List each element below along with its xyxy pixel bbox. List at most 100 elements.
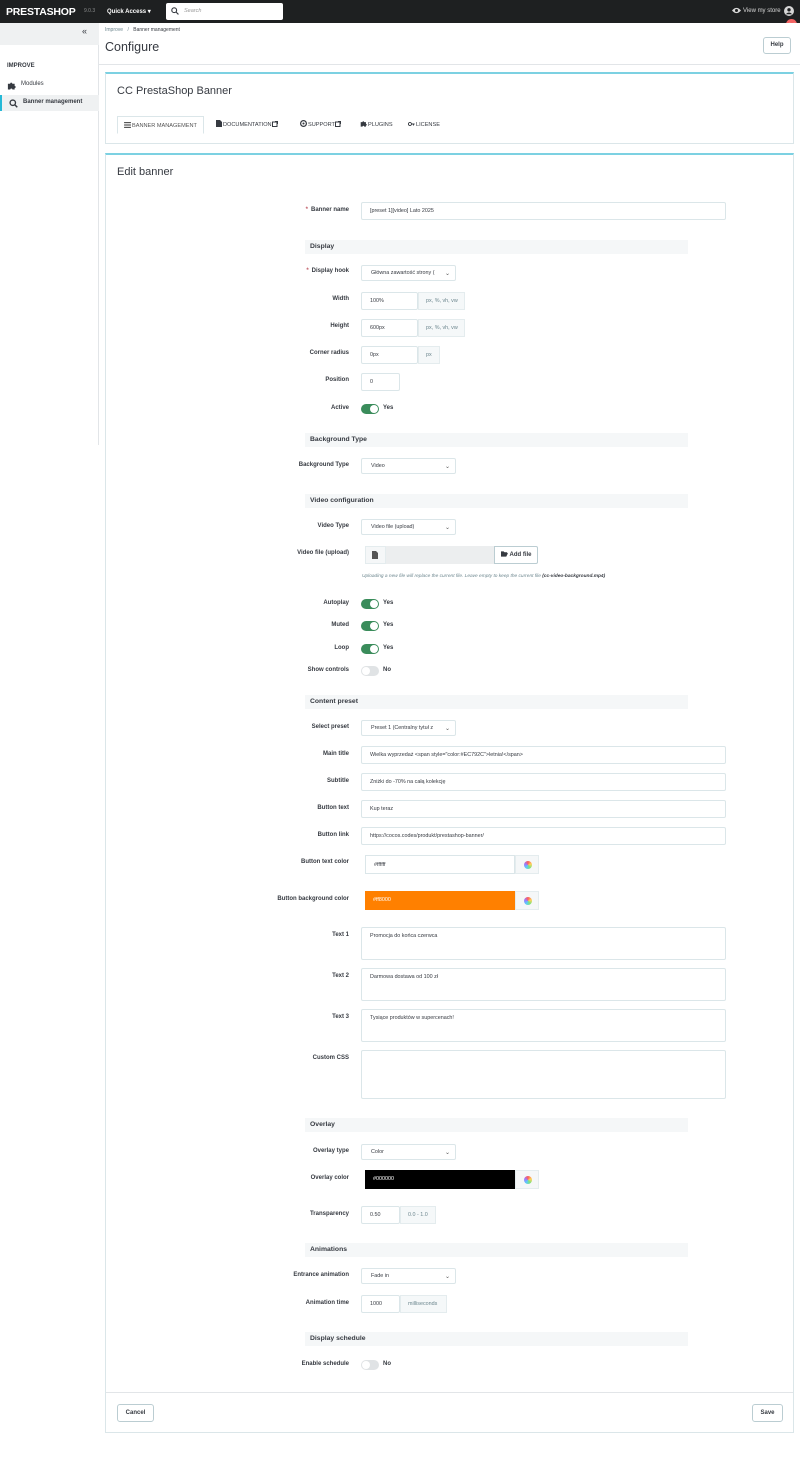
chevron-down-icon: ⌄	[444, 525, 450, 531]
tab-documentation[interactable]: DOCUMENTATION	[216, 116, 279, 134]
footer-divider	[106, 1392, 793, 1393]
button-text-input[interactable]: Kup teraz	[361, 800, 726, 818]
label-text: Display hook	[311, 268, 349, 274]
display-hook-select[interactable]: Główna zawartość strony (⌄	[361, 265, 456, 281]
select-value: Fade in	[371, 1273, 389, 1279]
video-file-label: Video file (upload)	[297, 550, 349, 556]
overlay-color-label: Overlay color	[310, 1175, 349, 1181]
button-text-color-input[interactable]: #ffffff	[365, 855, 515, 874]
muted-toggle[interactable]	[361, 621, 379, 631]
button-text-label: Button text	[317, 805, 349, 811]
banner-name-input[interactable]: [preset 1][video] Lato 2025	[361, 202, 726, 220]
tab-banner-management[interactable]: BANNER MANAGEMENT	[117, 116, 204, 134]
tab-license[interactable]: LICENSE	[407, 116, 440, 134]
height-label: Height	[330, 323, 349, 329]
corner-radius-label: Corner radius	[309, 350, 349, 356]
edit-banner-card: Edit banner	[105, 153, 794, 1433]
folder-open-icon	[500, 551, 508, 557]
tab-plugins[interactable]: PLUGINS	[360, 116, 393, 134]
button-link-label: Button link	[317, 832, 349, 838]
sidebar-collapse-button[interactable]: «	[0, 23, 99, 45]
user-account-icon[interactable]	[784, 6, 794, 16]
button-bg-color-input[interactable]: #ff8000	[365, 891, 515, 910]
custom-css-label: Custom CSS	[312, 1055, 349, 1061]
upload-help-text: Uploading a new file will replace the cu…	[362, 574, 605, 579]
height-input[interactable]: 600px	[361, 319, 418, 337]
transparency-label: Transparency	[309, 1211, 349, 1217]
sidebar-item-banner-management[interactable]: Banner management	[0, 95, 99, 111]
section-display: Display	[305, 240, 688, 254]
tab-label: SUPPORT	[308, 122, 335, 128]
chevron-down-icon: ⌄	[444, 1150, 450, 1156]
sidebar-item-modules[interactable]: Modules	[0, 77, 99, 93]
toggle-knob	[370, 405, 378, 413]
section-animations: Animations	[305, 1243, 688, 1257]
overlay-color-input[interactable]: #000000	[365, 1170, 515, 1189]
width-label: Width	[332, 296, 349, 302]
height-unit: px, %, vh, vw	[418, 319, 465, 337]
file-icon	[216, 120, 222, 127]
prestashop-logo[interactable]: PRESTASHOP	[6, 6, 76, 18]
cancel-button[interactable]: Cancel	[117, 1404, 154, 1422]
text2-textarea[interactable]: Darmowa dostawa od 100 zł	[361, 968, 726, 1001]
color-picker-button[interactable]	[515, 891, 539, 910]
text1-textarea[interactable]: Promocja do końca czerwca	[361, 927, 726, 960]
overlay-type-select[interactable]: Color ⌄	[361, 1144, 456, 1160]
animation-time-unit: milliseconds	[400, 1295, 447, 1313]
autoplay-toggle[interactable]	[361, 599, 379, 609]
required-icon: *	[306, 268, 309, 274]
entrance-animation-label: Entrance animation	[293, 1272, 349, 1278]
custom-css-textarea[interactable]	[361, 1050, 726, 1099]
background-type-select[interactable]: Video ⌄	[361, 458, 456, 474]
active-toggle[interactable]	[361, 404, 379, 414]
video-type-select[interactable]: Video file (upload) ⌄	[361, 519, 456, 535]
button-link-input[interactable]: https://cocos.codes/produkt/prestashop-b…	[361, 827, 726, 845]
color-picker-button[interactable]	[515, 855, 539, 874]
loop-toggle[interactable]	[361, 644, 379, 654]
chevron-down-icon: ⌄	[444, 726, 450, 732]
page-header: Improve / Banner management Configure He…	[99, 23, 800, 65]
enable-schedule-toggle[interactable]	[361, 1360, 379, 1370]
search-icon	[171, 7, 179, 15]
loop-state: Yes	[383, 645, 394, 651]
save-button[interactable]: Save	[752, 1404, 783, 1422]
search-input[interactable]: Search	[166, 3, 283, 20]
quick-access-button[interactable]: Quick Access ▾	[107, 8, 151, 15]
external-link-icon	[271, 120, 279, 127]
subtitle-input[interactable]: Zniżki do -70% na całą kolekcję	[361, 773, 726, 791]
sidebar-item-label: Modules	[21, 81, 44, 87]
text3-textarea[interactable]: Tysiące produktów w supercenach!	[361, 1009, 726, 1042]
help-button[interactable]: Help	[763, 37, 791, 54]
section-display-schedule: Display schedule	[305, 1332, 688, 1346]
banner-name-label: * Banner name	[306, 207, 349, 213]
show-controls-label: Show controls	[307, 667, 349, 673]
main-title-input[interactable]: Wielka wyprzedaż <span style="color:#EC7…	[361, 746, 726, 764]
chevron-down-icon: ⌄	[444, 464, 450, 470]
tab-support[interactable]: SUPPORT	[300, 116, 342, 134]
sidebar-item-label: Banner management	[23, 99, 83, 105]
toggle-knob	[370, 645, 378, 653]
show-controls-toggle[interactable]	[361, 666, 379, 676]
chevron-down-icon: ⌄	[444, 271, 450, 277]
color-picker-button[interactable]	[515, 1170, 539, 1189]
loop-label: Loop	[334, 645, 349, 651]
button-bg-color-label: Button background color	[277, 896, 349, 902]
video-file-input[interactable]	[386, 546, 494, 564]
module-header-card: CC PrestaShop Banner BANNER MANAGEMENT D…	[105, 72, 794, 144]
preset-select[interactable]: Preset 1 (Centralny tytuł z ⌄	[361, 720, 456, 736]
width-unit: px, %, vh, vw	[418, 292, 465, 310]
active-label: Active	[330, 405, 349, 411]
autoplay-state: Yes	[383, 600, 394, 606]
width-input[interactable]: 100%	[361, 292, 418, 310]
animation-time-input[interactable]: 1000	[361, 1295, 400, 1313]
position-input[interactable]: 0	[361, 373, 400, 391]
position-label: Position	[325, 377, 349, 383]
entrance-animation-select[interactable]: Fade in ⌄	[361, 1268, 456, 1284]
add-file-button[interactable]: Add file	[494, 546, 538, 564]
chevron-down-icon: ⌄	[444, 1274, 450, 1280]
breadcrumb-item-improve[interactable]: Improve	[105, 27, 123, 33]
transparency-input[interactable]: 0.50	[361, 1206, 400, 1224]
view-store-link[interactable]: View my store	[732, 7, 781, 14]
corner-radius-input[interactable]: 0px	[361, 346, 418, 364]
color-wheel-icon	[524, 1176, 532, 1184]
